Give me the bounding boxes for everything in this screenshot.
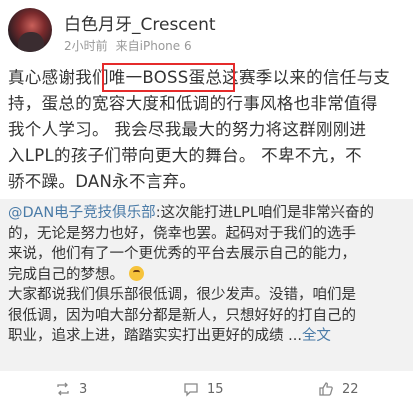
- like-button[interactable]: 22: [318, 372, 359, 406]
- post-time: 2小时前: [64, 39, 108, 53]
- repost-line-rest: :这次能打进LPL咱们是非常兴奋的: [155, 205, 374, 221]
- highlight-box: [102, 63, 235, 92]
- full-text-link[interactable]: 全文: [302, 328, 331, 344]
- username[interactable]: 白色月牙_Crescent: [64, 10, 216, 35]
- thumbs-up-icon: [319, 382, 333, 396]
- repost-icon: [57, 382, 69, 396]
- repost-count: 3: [79, 381, 88, 397]
- repost-line: 完成自己的梦想。: [8, 265, 406, 286]
- repost-line: 来说，他们有了一个更优秀的平台去展示自己的能力，: [8, 246, 356, 262]
- post-source: 来自iPhone 6: [115, 39, 192, 53]
- body-line: 我个人学习。 我会尽我最大的努力将这群刚刚进: [8, 120, 367, 139]
- post-header: 白色月牙_Crescent 2小时前 来自iPhone 6: [0, 0, 413, 60]
- repost-last-line: 职业，追求上进，踏踏实实打出更好的成绩 ...: [8, 328, 302, 344]
- repost-text: @DAN电子竞技俱乐部:这次能打进LPL咱们是非常兴奋的 的，无论是努力也好，侥…: [8, 203, 406, 347]
- body-line: 持，蛋总的宽容大度和低调的行事风格也非常值得: [8, 94, 378, 113]
- repost-line: 大家都说我们俱乐部很低调，很少发声。没错，咱们是: [8, 287, 356, 303]
- repost-line: 职业，追求上进，踏踏实实打出更好的成绩 ...全文: [8, 326, 406, 347]
- comment-count: 15: [207, 381, 224, 397]
- repost-line-text: 完成自己的梦想。: [8, 266, 124, 283]
- comment-button[interactable]: 15: [183, 372, 224, 406]
- reposted-content[interactable]: @DAN电子竞技俱乐部:这次能打进LPL咱们是非常兴奋的 的，无论是努力也好，侥…: [0, 199, 413, 371]
- body-line: 骄不躁。DAN永不言弃。: [8, 172, 197, 191]
- repost-line: @DAN电子竞技俱乐部:这次能打进LPL咱们是非常兴奋的: [8, 203, 406, 224]
- grin-emoji-icon: [128, 265, 144, 281]
- action-bar: 3 15 22: [0, 372, 413, 406]
- like-count: 22: [342, 381, 359, 397]
- repost-line: 很低调，因为咱大部分都是新人，只想好好的打自己的: [8, 307, 356, 324]
- repost-button[interactable]: 3: [55, 372, 87, 406]
- body-line: 入LPL的孩子们带向更大的舞台。 不卑不亢，不: [8, 146, 362, 165]
- avatar[interactable]: [8, 8, 52, 52]
- post-meta: 2小时前 来自iPhone 6: [64, 37, 200, 54]
- comment-icon: [184, 383, 198, 397]
- mention-link[interactable]: @DAN电子竞技俱乐部: [8, 205, 156, 221]
- repost-line: 的，无论是努力也好，侥幸也罢。起码对于我们的选手: [8, 225, 356, 242]
